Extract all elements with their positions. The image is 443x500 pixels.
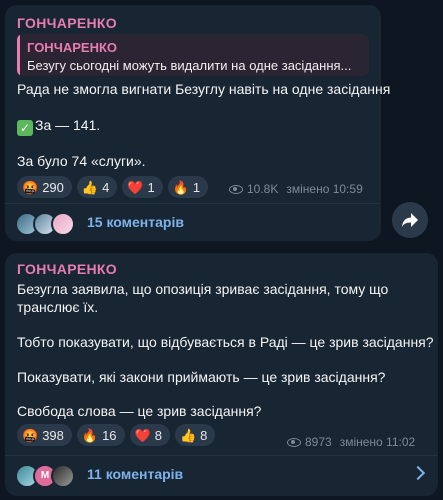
post-author[interactable]: ГОНЧАРЕНКО — [17, 261, 117, 277]
share-button[interactable] — [392, 202, 428, 238]
comments-count[interactable]: 15 коментарів — [87, 214, 184, 230]
quote-bar — [17, 34, 20, 76]
comments-link[interactable]: M 11 коментарів — [5, 456, 438, 494]
quote-text: Безугу сьогодні можуть видалити на одне … — [27, 58, 352, 73]
reaction-count: 290 — [42, 179, 64, 195]
angry-face-icon: 🤬 — [22, 179, 39, 195]
post-text-line: Безугла заявила, що опозиція зриває засі… — [17, 281, 389, 297]
reaction-heart[interactable]: ❤️ 1 — [122, 176, 163, 198]
heart-icon: ❤️ — [127, 179, 144, 195]
post-author[interactable]: ГОНЧАРЕНКО — [17, 15, 117, 31]
post-text-line: Рада не змогла вигнати Безуглу навіть на… — [17, 81, 391, 97]
reaction-fire[interactable]: 🔥 16 — [76, 424, 125, 446]
post-meta: 8973 змінено 11:02 — [287, 435, 415, 449]
comments-link[interactable]: 15 коментарів — [5, 204, 381, 242]
reaction-fire[interactable]: 🔥 1 — [167, 176, 209, 198]
reaction-count: 8 — [154, 427, 162, 443]
commenter-avatars — [15, 212, 79, 236]
commenter-avatars: M — [15, 464, 79, 488]
reaction-count: 16 — [102, 427, 117, 443]
channel-post-1[interactable]: ГОНЧАРЕНКО ГОНЧАРЕНКО Безугу сьогодні мо… — [5, 5, 390, 242]
post-meta: 10.8K змінено 10:59 — [229, 182, 363, 196]
avatar — [51, 212, 75, 236]
reaction-count: 398 — [42, 427, 64, 443]
avatar — [51, 464, 75, 488]
thumbs-up-icon: 👍 — [179, 427, 197, 443]
post-text-line: За було 74 «слуги». — [17, 153, 146, 169]
share-arrow-icon — [402, 213, 418, 227]
post-text-line: ✓ За — 141. — [17, 117, 100, 136]
post-text-line: Свобода слова — це зрив засідання? — [17, 403, 262, 419]
post-text-line: Тобто показувати, що відбувається в Раді… — [17, 334, 434, 350]
fire-icon: 🔥 — [81, 427, 99, 443]
angry-face-icon: 🤬 — [22, 427, 39, 443]
views-count: 10.8K — [247, 182, 279, 196]
reactions-bar: 🤬 398 🔥 16 ❤️ 8 👍 8 — [17, 424, 216, 446]
reaction-angry[interactable]: 🤬 290 — [17, 176, 72, 198]
comments-count[interactable]: 11 коментарів — [87, 466, 183, 482]
reaction-count: 8 — [200, 427, 208, 443]
reaction-count: 4 — [102, 179, 110, 195]
views-eye-icon — [287, 437, 301, 447]
quote-author: ГОНЧАРЕНКО — [27, 40, 117, 55]
reaction-angry[interactable]: 🤬 398 — [17, 424, 72, 446]
views-eye-icon — [229, 184, 243, 194]
thumbs-up-icon: 👍 — [81, 179, 99, 195]
reaction-count: 1 — [147, 179, 155, 195]
edited-time: змінено 10:59 — [286, 182, 363, 196]
chevron-right-icon — [410, 465, 426, 481]
reaction-heart[interactable]: ❤️ 8 — [129, 424, 170, 446]
post-text-line: транслює їх. — [17, 299, 99, 315]
views-count: 8973 — [305, 435, 332, 449]
check-mark-icon: ✓ — [17, 120, 33, 136]
reactions-bar: 🤬 290 👍 4 ❤️ 1 🔥 1 — [17, 176, 209, 198]
reaction-thumbs-up[interactable]: 👍 8 — [174, 424, 216, 446]
edited-time: змінено 11:02 — [339, 435, 416, 449]
fire-icon: 🔥 — [172, 179, 189, 195]
reaction-thumbs-up[interactable]: 👍 4 — [76, 176, 118, 198]
heart-icon: ❤️ — [134, 427, 151, 443]
reply-quote[interactable]: ГОНЧАРЕНКО Безугу сьогодні можуть видали… — [17, 34, 369, 76]
reaction-count: 1 — [192, 179, 201, 195]
post-text-line: Показувати, які закони приймають — це зр… — [17, 369, 386, 385]
channel-post-2[interactable]: ГОНЧАРЕНКО Безугла заявила, що опозиція … — [5, 253, 438, 496]
